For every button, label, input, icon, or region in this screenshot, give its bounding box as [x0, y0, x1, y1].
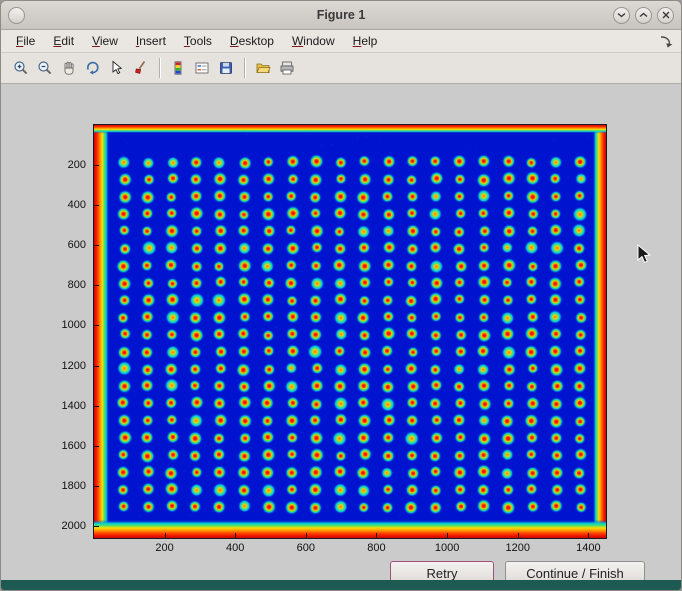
close-icon	[662, 11, 670, 19]
chevron-down-icon	[617, 12, 626, 18]
y-tick-mark	[94, 205, 99, 206]
x-tick-mark	[588, 533, 589, 538]
y-tick-label: 1200	[46, 360, 86, 372]
toolbar-separator	[244, 58, 245, 78]
window-menu-button[interactable]	[8, 7, 25, 24]
chevron-up-icon	[639, 12, 648, 18]
x-tick-label: 600	[286, 542, 326, 554]
figure-image[interactable]	[94, 125, 606, 538]
y-tick-mark	[94, 245, 99, 246]
y-tick-label: 200	[46, 159, 86, 171]
insert-legend-icon[interactable]	[190, 56, 214, 80]
x-tick-label: 1200	[498, 542, 538, 554]
x-tick-mark	[235, 533, 236, 538]
y-tick-label: 1400	[46, 400, 86, 412]
y-tick-mark	[94, 446, 99, 447]
x-tick-label: 1400	[568, 542, 608, 554]
x-tick-label: 1000	[427, 542, 467, 554]
dock-figure-icon[interactable]	[659, 35, 673, 48]
y-tick-mark	[94, 526, 99, 527]
menu-tools[interactable]: Tools	[175, 32, 221, 50]
y-tick-mark	[94, 406, 99, 407]
menu-view[interactable]: View	[83, 32, 127, 50]
brush-icon[interactable]	[129, 56, 153, 80]
menu-edit[interactable]: Edit	[44, 32, 83, 50]
print-icon[interactable]	[275, 56, 299, 80]
axes: 2004006008001000120014002004006008001000…	[93, 124, 607, 539]
toolbar-separator	[159, 58, 160, 78]
zoom-in-icon[interactable]	[9, 56, 33, 80]
x-tick-mark	[306, 533, 307, 538]
y-tick-mark	[94, 325, 99, 326]
save-icon[interactable]	[214, 56, 238, 80]
rotate-3d-icon[interactable]	[81, 56, 105, 80]
x-tick-label: 800	[356, 542, 396, 554]
menu-desktop[interactable]: Desktop	[221, 32, 283, 50]
y-tick-label: 1600	[46, 440, 86, 452]
status-strip	[1, 580, 681, 590]
y-tick-mark	[94, 165, 99, 166]
x-tick-label: 200	[145, 542, 185, 554]
pan-hand-icon[interactable]	[57, 56, 81, 80]
x-tick-mark	[376, 533, 377, 538]
open-folder-icon[interactable]	[251, 56, 275, 80]
menu-window[interactable]: Window	[283, 32, 344, 50]
data-cursor-icon[interactable]	[105, 56, 129, 80]
figure-window: Figure 1 File Edit View Insert Tools Des…	[0, 0, 682, 591]
minimize-button[interactable]	[613, 7, 630, 24]
toolbar	[1, 53, 681, 84]
y-tick-label: 1000	[46, 319, 86, 331]
y-tick-mark	[94, 486, 99, 487]
x-tick-mark	[447, 533, 448, 538]
y-tick-mark	[94, 366, 99, 367]
y-tick-label: 2000	[46, 520, 86, 532]
y-tick-label: 400	[46, 199, 86, 211]
maximize-button[interactable]	[635, 7, 652, 24]
menu-help[interactable]: Help	[344, 32, 387, 50]
y-tick-label: 600	[46, 239, 86, 251]
window-title: Figure 1	[1, 8, 681, 22]
menu-insert[interactable]: Insert	[127, 32, 175, 50]
figure-client-area: 200 400 600 800 1000 1200 1400 200 400 600 800 1000…	[1, 84, 681, 585]
y-tick-mark	[94, 285, 99, 286]
x-tick-mark	[165, 533, 166, 538]
y-tick-label: 1800	[46, 480, 86, 492]
insert-colorbar-icon[interactable]	[166, 56, 190, 80]
close-button[interactable]	[657, 7, 674, 24]
x-tick-label: 400	[215, 542, 255, 554]
menu-file[interactable]: File	[7, 32, 44, 50]
titlebar: Figure 1	[1, 1, 681, 30]
x-tick-mark	[518, 533, 519, 538]
menubar: File Edit View Insert Tools Desktop Wind…	[1, 30, 681, 53]
y-tick-label: 800	[46, 279, 86, 291]
zoom-out-icon[interactable]	[33, 56, 57, 80]
